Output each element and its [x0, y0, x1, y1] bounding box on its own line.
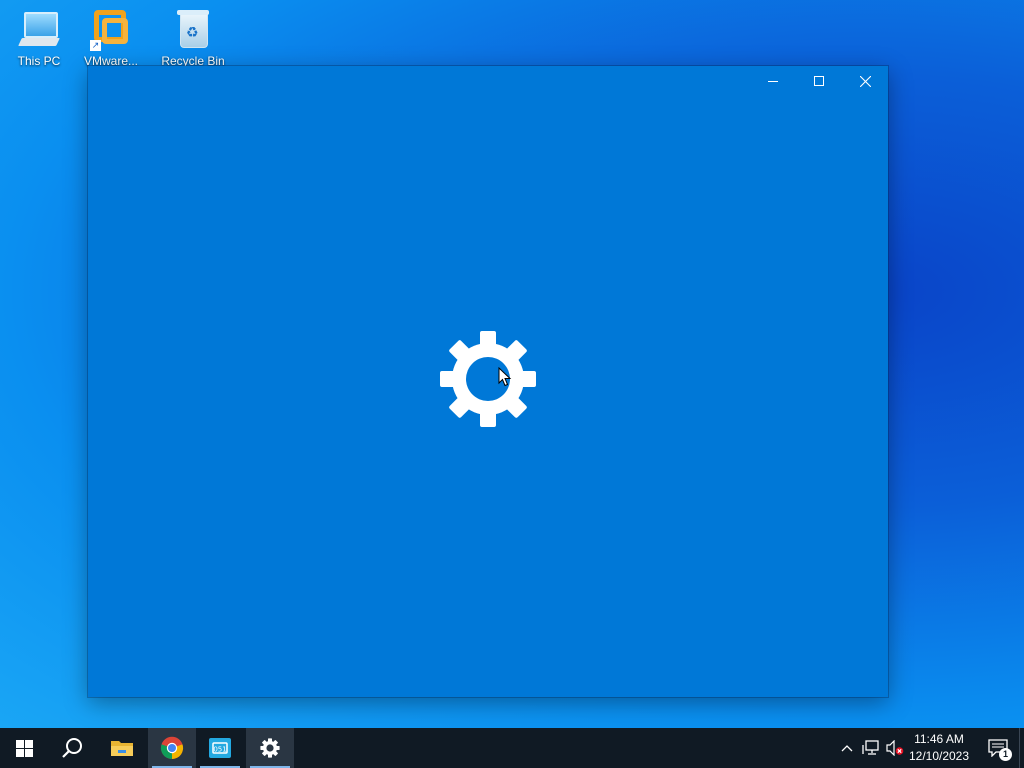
action-center-button[interactable]: 1	[980, 728, 1016, 768]
search-icon	[62, 738, 82, 758]
maximize-icon	[814, 76, 824, 86]
taskbar-app[interactable]: 051	[196, 728, 244, 768]
desktop-icon-label: This PC	[17, 54, 61, 68]
desktop-icon-recycle-bin[interactable]: ♻ Recycle Bin	[158, 8, 228, 74]
windows-logo-icon	[15, 739, 33, 757]
desktop: This PC ↗ VMware... ♻ Recycle Bin	[0, 0, 1024, 728]
minimize-button[interactable]	[750, 66, 796, 96]
search-button[interactable]	[48, 728, 96, 768]
maximize-button[interactable]	[796, 66, 842, 96]
mouse-cursor-icon	[498, 367, 512, 387]
taskbar-clock[interactable]: 11:46 AM 12/10/2023	[904, 731, 974, 765]
notification-count-badge: 1	[999, 748, 1012, 761]
minimize-icon	[768, 81, 778, 82]
shortcut-arrow-icon: ↗	[90, 40, 101, 51]
close-button[interactable]	[842, 66, 888, 96]
chevron-up-icon	[841, 745, 853, 752]
start-button[interactable]	[0, 728, 48, 768]
vmware-icon: ↗	[88, 8, 134, 52]
taskbar-settings[interactable]	[246, 728, 294, 768]
settings-window[interactable]	[88, 66, 888, 697]
computer-icon	[16, 8, 62, 52]
chrome-icon	[160, 736, 184, 760]
folder-icon	[111, 741, 133, 756]
app-icon: 051	[209, 738, 231, 758]
clock-date: 12/10/2023	[908, 749, 970, 763]
gear-icon	[440, 331, 536, 427]
gear-icon	[260, 738, 280, 758]
tray-network[interactable]	[862, 738, 880, 758]
volume-muted-icon	[886, 740, 904, 756]
taskbar-chrome[interactable]	[148, 728, 196, 768]
tray-volume[interactable]	[886, 738, 904, 758]
clock-time: 11:46 AM	[914, 732, 964, 746]
network-icon	[862, 740, 879, 755]
desktop-icon-vmware[interactable]: ↗ VMware...	[76, 8, 146, 74]
recycle-bin-icon: ♻	[170, 8, 216, 52]
show-desktop-button[interactable]	[1019, 728, 1024, 768]
window-controls	[750, 66, 888, 96]
close-icon	[859, 75, 871, 87]
tray-overflow-chevron[interactable]	[838, 738, 856, 758]
taskbar: 051 11:46 AM 12/10/2023 1	[0, 728, 1024, 768]
desktop-icon-this-pc[interactable]: This PC	[4, 8, 74, 74]
taskbar-file-explorer[interactable]	[98, 728, 146, 768]
svg-text:051: 051	[213, 746, 226, 754]
